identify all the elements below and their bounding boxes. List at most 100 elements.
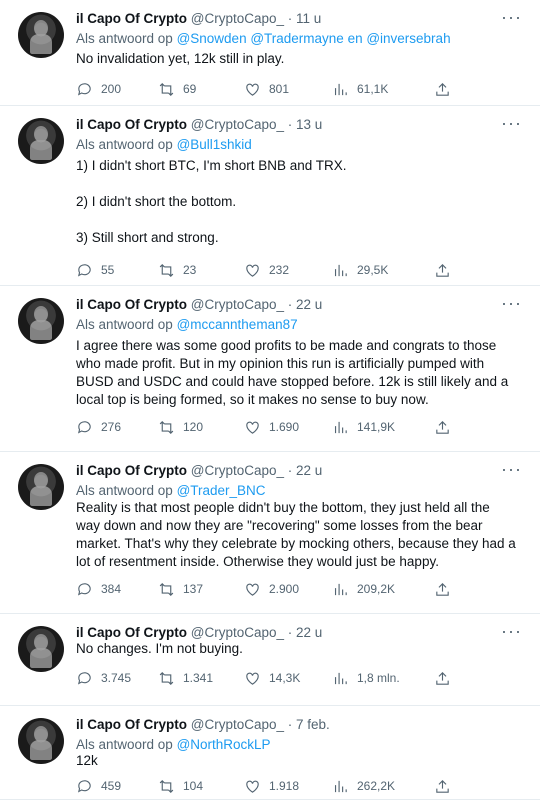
avatar[interactable]: [18, 118, 64, 164]
reply-icon: [77, 582, 91, 596]
retweet-button[interactable]: 23: [158, 260, 196, 280]
reply-button[interactable]: 459: [76, 776, 121, 796]
view-count: 262,2K: [357, 779, 396, 793]
author-handle[interactable]: @CryptoCapo_: [191, 117, 284, 132]
tweet-line: market. That's why they celebrate by moc…: [76, 536, 516, 551]
reply-prefix: Als antwoord op: [76, 137, 173, 152]
author-name[interactable]: il Capo Of Crypto: [76, 717, 187, 732]
tweet-line: lot of resentment inside. Otherwise they…: [76, 554, 439, 569]
tweet-time[interactable]: · 7 feb.: [288, 717, 330, 732]
tweet[interactable]: il Capo Of Crypto @CryptoCapo_ · 13 u ··…: [0, 106, 540, 286]
analytics-icon: [334, 83, 347, 95]
tweet-line: 1) I didn't short BTC, I'm short BNB and…: [76, 158, 347, 173]
retweet-button[interactable]: 120: [158, 417, 203, 437]
author-handle[interactable]: @CryptoCapo_: [191, 463, 284, 478]
tweet-line: I agree there was some good profits to b…: [76, 338, 497, 353]
reply-mentions[interactable]: @NorthRockLP: [177, 737, 271, 752]
more-options-icon[interactable]: ···: [501, 460, 522, 478]
reply-mentions[interactable]: @mccanntheman87: [177, 317, 298, 332]
like-button[interactable]: 1.918: [244, 776, 299, 796]
views-button[interactable]: 61,1K: [332, 79, 388, 99]
reply-mentions[interactable]: @Snowden @Tradermayne en @inversebrah: [177, 31, 451, 46]
tweet[interactable]: il Capo Of Crypto @CryptoCapo_ · 7 feb. …: [0, 706, 540, 800]
tweet-header: il Capo Of Crypto @CryptoCapo_ · 22 u: [76, 296, 322, 314]
reply-count: 55: [101, 263, 115, 277]
like-count: 1.690: [269, 420, 300, 434]
like-button[interactable]: 1.690: [244, 417, 299, 437]
tweet-actions: 55 23 232 29,5K: [76, 260, 456, 280]
share-button[interactable]: [434, 776, 459, 796]
tweet-actions: 3.745 1.341 14,3K 1,8 mln.: [76, 668, 456, 688]
more-options-icon[interactable]: ···: [501, 8, 522, 26]
like-button[interactable]: 801: [244, 79, 289, 99]
retweet-button[interactable]: 137: [158, 579, 203, 599]
share-button[interactable]: [434, 668, 459, 688]
share-button[interactable]: [434, 79, 459, 99]
avatar[interactable]: [18, 626, 64, 672]
like-button[interactable]: 2.900: [244, 579, 299, 599]
avatar[interactable]: [18, 718, 64, 764]
tweet[interactable]: il Capo Of Crypto @CryptoCapo_ · 11 u ··…: [0, 0, 540, 106]
views-button[interactable]: 1,8 mln.: [332, 668, 400, 688]
share-button[interactable]: [434, 417, 459, 437]
reply-button[interactable]: 384: [76, 579, 121, 599]
views-button[interactable]: 29,5K: [332, 260, 388, 280]
views-button[interactable]: 262,2K: [332, 776, 395, 796]
analytics-icon: [334, 421, 347, 433]
analytics-icon: [334, 672, 347, 684]
retweet-button[interactable]: 104: [158, 776, 203, 796]
tweet-text: No changes. I'm not buying.: [76, 640, 516, 658]
retweet-button[interactable]: 69: [158, 79, 196, 99]
share-icon: [436, 420, 449, 434]
avatar[interactable]: [18, 12, 64, 58]
tweet-text: 1) I didn't short BTC, I'm short BNB and…: [76, 157, 516, 247]
author-name[interactable]: il Capo Of Crypto: [76, 297, 187, 312]
share-icon: [436, 582, 449, 596]
tweet[interactable]: il Capo Of Crypto @CryptoCapo_ · 22 u ··…: [0, 614, 540, 706]
heart-icon: [246, 264, 259, 277]
tweet-actions: 276 120 1.690 141,9K: [76, 417, 456, 437]
tweet-time[interactable]: · 22 u: [288, 463, 323, 478]
more-options-icon[interactable]: ···: [501, 114, 522, 132]
reply-button[interactable]: 3.745: [76, 668, 131, 688]
share-button[interactable]: [434, 579, 459, 599]
retweet-count: 23: [183, 263, 197, 277]
tweet[interactable]: il Capo Of Crypto @CryptoCapo_ · 22 u ··…: [0, 452, 540, 614]
heart-icon: [246, 421, 259, 434]
tweet-actions: 384 137 2.900 209,2K: [76, 579, 456, 599]
share-icon: [436, 82, 449, 96]
avatar[interactable]: [18, 464, 64, 510]
reply-mentions[interactable]: @Bull1shkid: [177, 137, 252, 152]
like-button[interactable]: 232: [244, 260, 289, 280]
retweet-button[interactable]: 1.341: [158, 668, 213, 688]
author-name[interactable]: il Capo Of Crypto: [76, 11, 187, 26]
retweet-icon: [159, 420, 174, 434]
share-button[interactable]: [434, 260, 459, 280]
reply-mentions[interactable]: @Trader_BNC: [177, 483, 266, 498]
reply-count: 384: [101, 582, 122, 596]
views-button[interactable]: 209,2K: [332, 579, 395, 599]
author-handle[interactable]: @CryptoCapo_: [191, 11, 284, 26]
tweet-time[interactable]: · 22 u: [288, 625, 323, 640]
retweet-count: 137: [183, 582, 204, 596]
tweet-time[interactable]: · 11 u: [288, 11, 322, 26]
views-button[interactable]: 141,9K: [332, 417, 395, 437]
author-handle[interactable]: @CryptoCapo_: [191, 717, 284, 732]
tweet[interactable]: il Capo Of Crypto @CryptoCapo_ · 22 u ··…: [0, 286, 540, 452]
author-name[interactable]: il Capo Of Crypto: [76, 625, 187, 640]
author-name[interactable]: il Capo Of Crypto: [76, 117, 187, 132]
retweet-icon: [159, 779, 174, 793]
reply-button[interactable]: 276: [76, 417, 121, 437]
reply-button[interactable]: 200: [76, 79, 121, 99]
author-handle[interactable]: @CryptoCapo_: [191, 625, 284, 640]
tweet-time[interactable]: · 22 u: [288, 297, 323, 312]
avatar[interactable]: [18, 298, 64, 344]
tweet-time[interactable]: · 13 u: [288, 117, 323, 132]
reply-button[interactable]: 55: [76, 260, 114, 280]
author-name[interactable]: il Capo Of Crypto: [76, 463, 187, 478]
like-button[interactable]: 14,3K: [244, 668, 300, 688]
more-options-icon[interactable]: ···: [501, 294, 522, 312]
tweet-line: No changes. I'm not buying.: [76, 641, 243, 656]
more-options-icon[interactable]: ···: [501, 622, 522, 640]
author-handle[interactable]: @CryptoCapo_: [191, 297, 284, 312]
